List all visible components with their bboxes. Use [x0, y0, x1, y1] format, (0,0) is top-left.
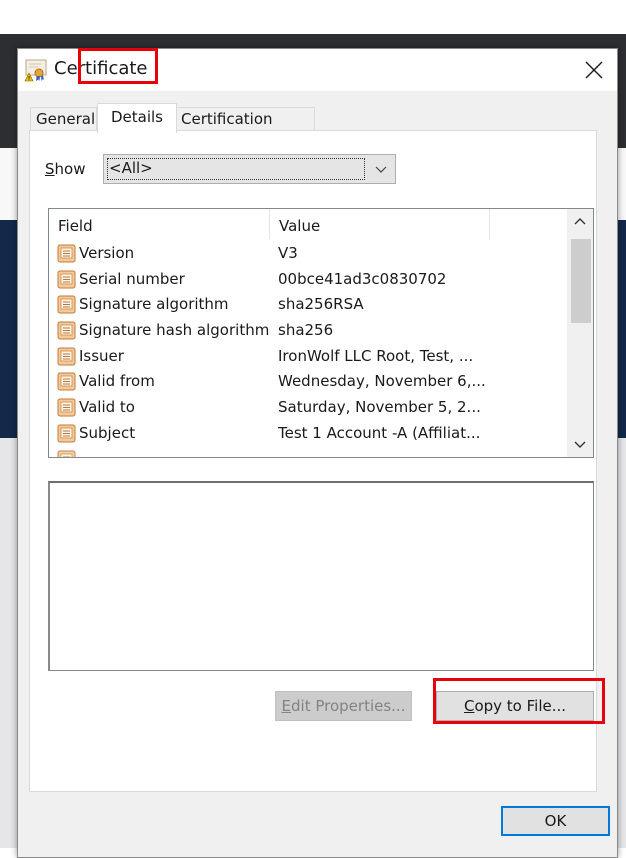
show-label: Show: [45, 160, 85, 178]
list-item[interactable]: Signature algorithm sha256RSA: [49, 292, 565, 318]
field-value: Saturday, November 5, 2...: [278, 398, 481, 417]
field-name: Valid to: [79, 398, 135, 417]
field-name: Subject: [79, 423, 136, 442]
edit-properties-button[interactable]: Edit Properties...: [275, 691, 412, 721]
close-icon: [585, 61, 603, 79]
listview-rows: Version V3 Serial number 00bce41ad3c0830…: [49, 241, 565, 457]
show-label-text: how: [54, 160, 86, 178]
certificate-dialog: Certificate General Details Certificatio…: [17, 48, 618, 858]
certificate-field-icon: [57, 347, 76, 366]
list-item[interactable]: Valid to Saturday, November 5, 2...: [49, 395, 565, 421]
list-item[interactable]: Signature hash algorithm sha256: [49, 318, 565, 344]
close-button[interactable]: [571, 49, 617, 91]
copy-to-file-accelerator: C: [463, 697, 475, 715]
tab-general[interactable]: General: [30, 107, 97, 131]
field-value: 00bce41ad3c0830702: [278, 269, 447, 288]
scroll-up-button[interactable]: [567, 209, 593, 235]
field-name: Signature hash algorithm: [79, 321, 270, 340]
field-value: IronWolf LLC Root, Test, ...: [278, 346, 474, 365]
field-value: Wednesday, November 6,...: [278, 372, 486, 391]
column-header-value[interactable]: Value: [270, 209, 490, 239]
certificate-field-icon: [57, 372, 76, 391]
certificate-field-icon: [57, 321, 76, 340]
field-name: Version: [79, 244, 135, 262]
certificate-warning-icon: [24, 58, 48, 82]
list-item[interactable]: Serial number 00bce41ad3c0830702: [49, 267, 565, 293]
tab-details[interactable]: Details: [97, 103, 177, 133]
chevron-up-icon: [574, 218, 586, 225]
field-name: Serial number: [79, 269, 185, 288]
scroll-down-button[interactable]: [567, 431, 593, 457]
edit-properties-label: dit Properties...: [291, 697, 406, 715]
copy-to-file-button[interactable]: Copy to File...: [436, 691, 594, 721]
listview-header: Field Value: [49, 209, 569, 239]
field-value: V3: [278, 244, 298, 262]
field-name: Issuer: [79, 346, 124, 365]
certificate-field-icon: [57, 424, 76, 443]
chevron-down-icon: [574, 441, 586, 448]
field-value: Test 1 Account -A (Affiliat...: [278, 423, 481, 442]
tab-certification-path[interactable]: Certification Path: [175, 107, 315, 150]
vertical-scrollbar[interactable]: [567, 209, 593, 457]
details-tab-panel: Show <All> Field Value Version V3 Serial…: [29, 130, 597, 792]
certificate-field-icon: [57, 450, 76, 457]
certificate-field-icon: [57, 244, 76, 263]
title-bar: Certificate: [18, 49, 617, 91]
field-name: Valid from: [79, 372, 155, 391]
edit-properties-accelerator: E: [281, 697, 292, 715]
field-name: Signature algorithm: [79, 295, 229, 314]
copy-to-file-label: opy to File...: [474, 697, 567, 715]
field-value-textbox[interactable]: [48, 481, 594, 671]
list-item[interactable]: Issuer IronWolf LLC Root, Test, ...: [49, 344, 565, 370]
list-item-partial[interactable]: [49, 447, 565, 457]
list-item[interactable]: Version V3: [49, 241, 565, 267]
scrollbar-thumb[interactable]: [571, 239, 591, 323]
show-label-accelerator: S: [45, 160, 55, 178]
show-dropdown[interactable]: <All>: [103, 154, 396, 184]
fields-listview[interactable]: Field Value Version V3 Serial number 00b…: [48, 208, 594, 458]
ok-button[interactable]: OK: [501, 806, 610, 836]
show-dropdown-value: <All>: [109, 159, 153, 177]
field-value: sha256RSA: [278, 295, 364, 314]
list-item[interactable]: Subject Test 1 Account -A (Affiliat...: [49, 421, 565, 447]
field-value: sha256: [278, 321, 334, 340]
chevron-down-icon: [375, 166, 387, 173]
list-item[interactable]: Valid from Wednesday, November 6,...: [49, 369, 565, 395]
column-header-field[interactable]: Field: [49, 209, 270, 239]
certificate-field-icon: [57, 398, 76, 417]
dialog-title: Certificate: [54, 58, 148, 79]
certificate-field-icon: [57, 270, 76, 289]
certificate-field-icon: [57, 295, 76, 314]
